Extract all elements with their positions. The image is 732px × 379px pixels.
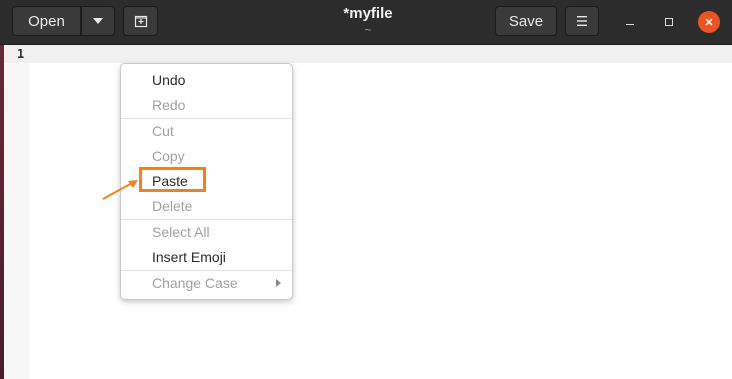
open-button[interactable]: Open [12,6,81,36]
menu-item-label: Select All [152,224,210,240]
close-button[interactable] [698,11,720,33]
menu-item-label: Redo [152,97,186,113]
save-button[interactable]: Save [495,6,557,36]
current-line-highlight [4,45,732,63]
menu-item-undo[interactable]: Undo [121,68,292,93]
open-button-label: Open [28,12,65,30]
maximize-button[interactable] [658,11,680,33]
menu-item-insert-emoji[interactable]: Insert Emoji [121,245,292,270]
menu-item-label: Change Case [152,275,238,291]
window-subtitle: ~ [364,23,372,37]
menu-item-delete[interactable]: Delete [121,194,292,219]
line-number: 1 [17,47,25,61]
minimize-button[interactable] [619,11,641,33]
save-button-label: Save [508,12,544,30]
open-dropdown-button[interactable] [81,6,115,36]
menu-item-label: Cut [152,123,174,139]
menu-button[interactable] [565,6,599,36]
menu-item-copy[interactable]: Copy [121,144,292,169]
menu-item-label: Insert Emoji [152,249,226,265]
menu-item-cut[interactable]: Cut [121,119,292,144]
menu-item-label: Delete [152,198,193,214]
window-title: *myfile [343,5,393,22]
line-number-gutter [4,45,29,379]
minimize-icon [626,23,634,25]
maximize-icon [665,18,673,26]
new-tab-button[interactable] [123,6,158,36]
submenu-arrow-icon [276,279,281,287]
menu-item-label: Undo [152,72,186,88]
paste-highlight-box [139,167,206,192]
menu-item-select-all[interactable]: Select All [121,220,292,245]
close-icon [705,18,713,26]
window-title-block: *myfile ~ [300,4,436,36]
header-bar: Open *myfile ~ Save [0,0,732,45]
chevron-down-icon [93,18,103,24]
hamburger-menu-icon [577,16,587,26]
menu-item-label: Copy [152,148,185,164]
annotation-arrow-icon [102,180,138,200]
menu-item-change-case[interactable]: Change Case [121,271,292,296]
new-tab-icon [134,15,147,28]
menu-item-redo[interactable]: Redo [121,93,292,118]
